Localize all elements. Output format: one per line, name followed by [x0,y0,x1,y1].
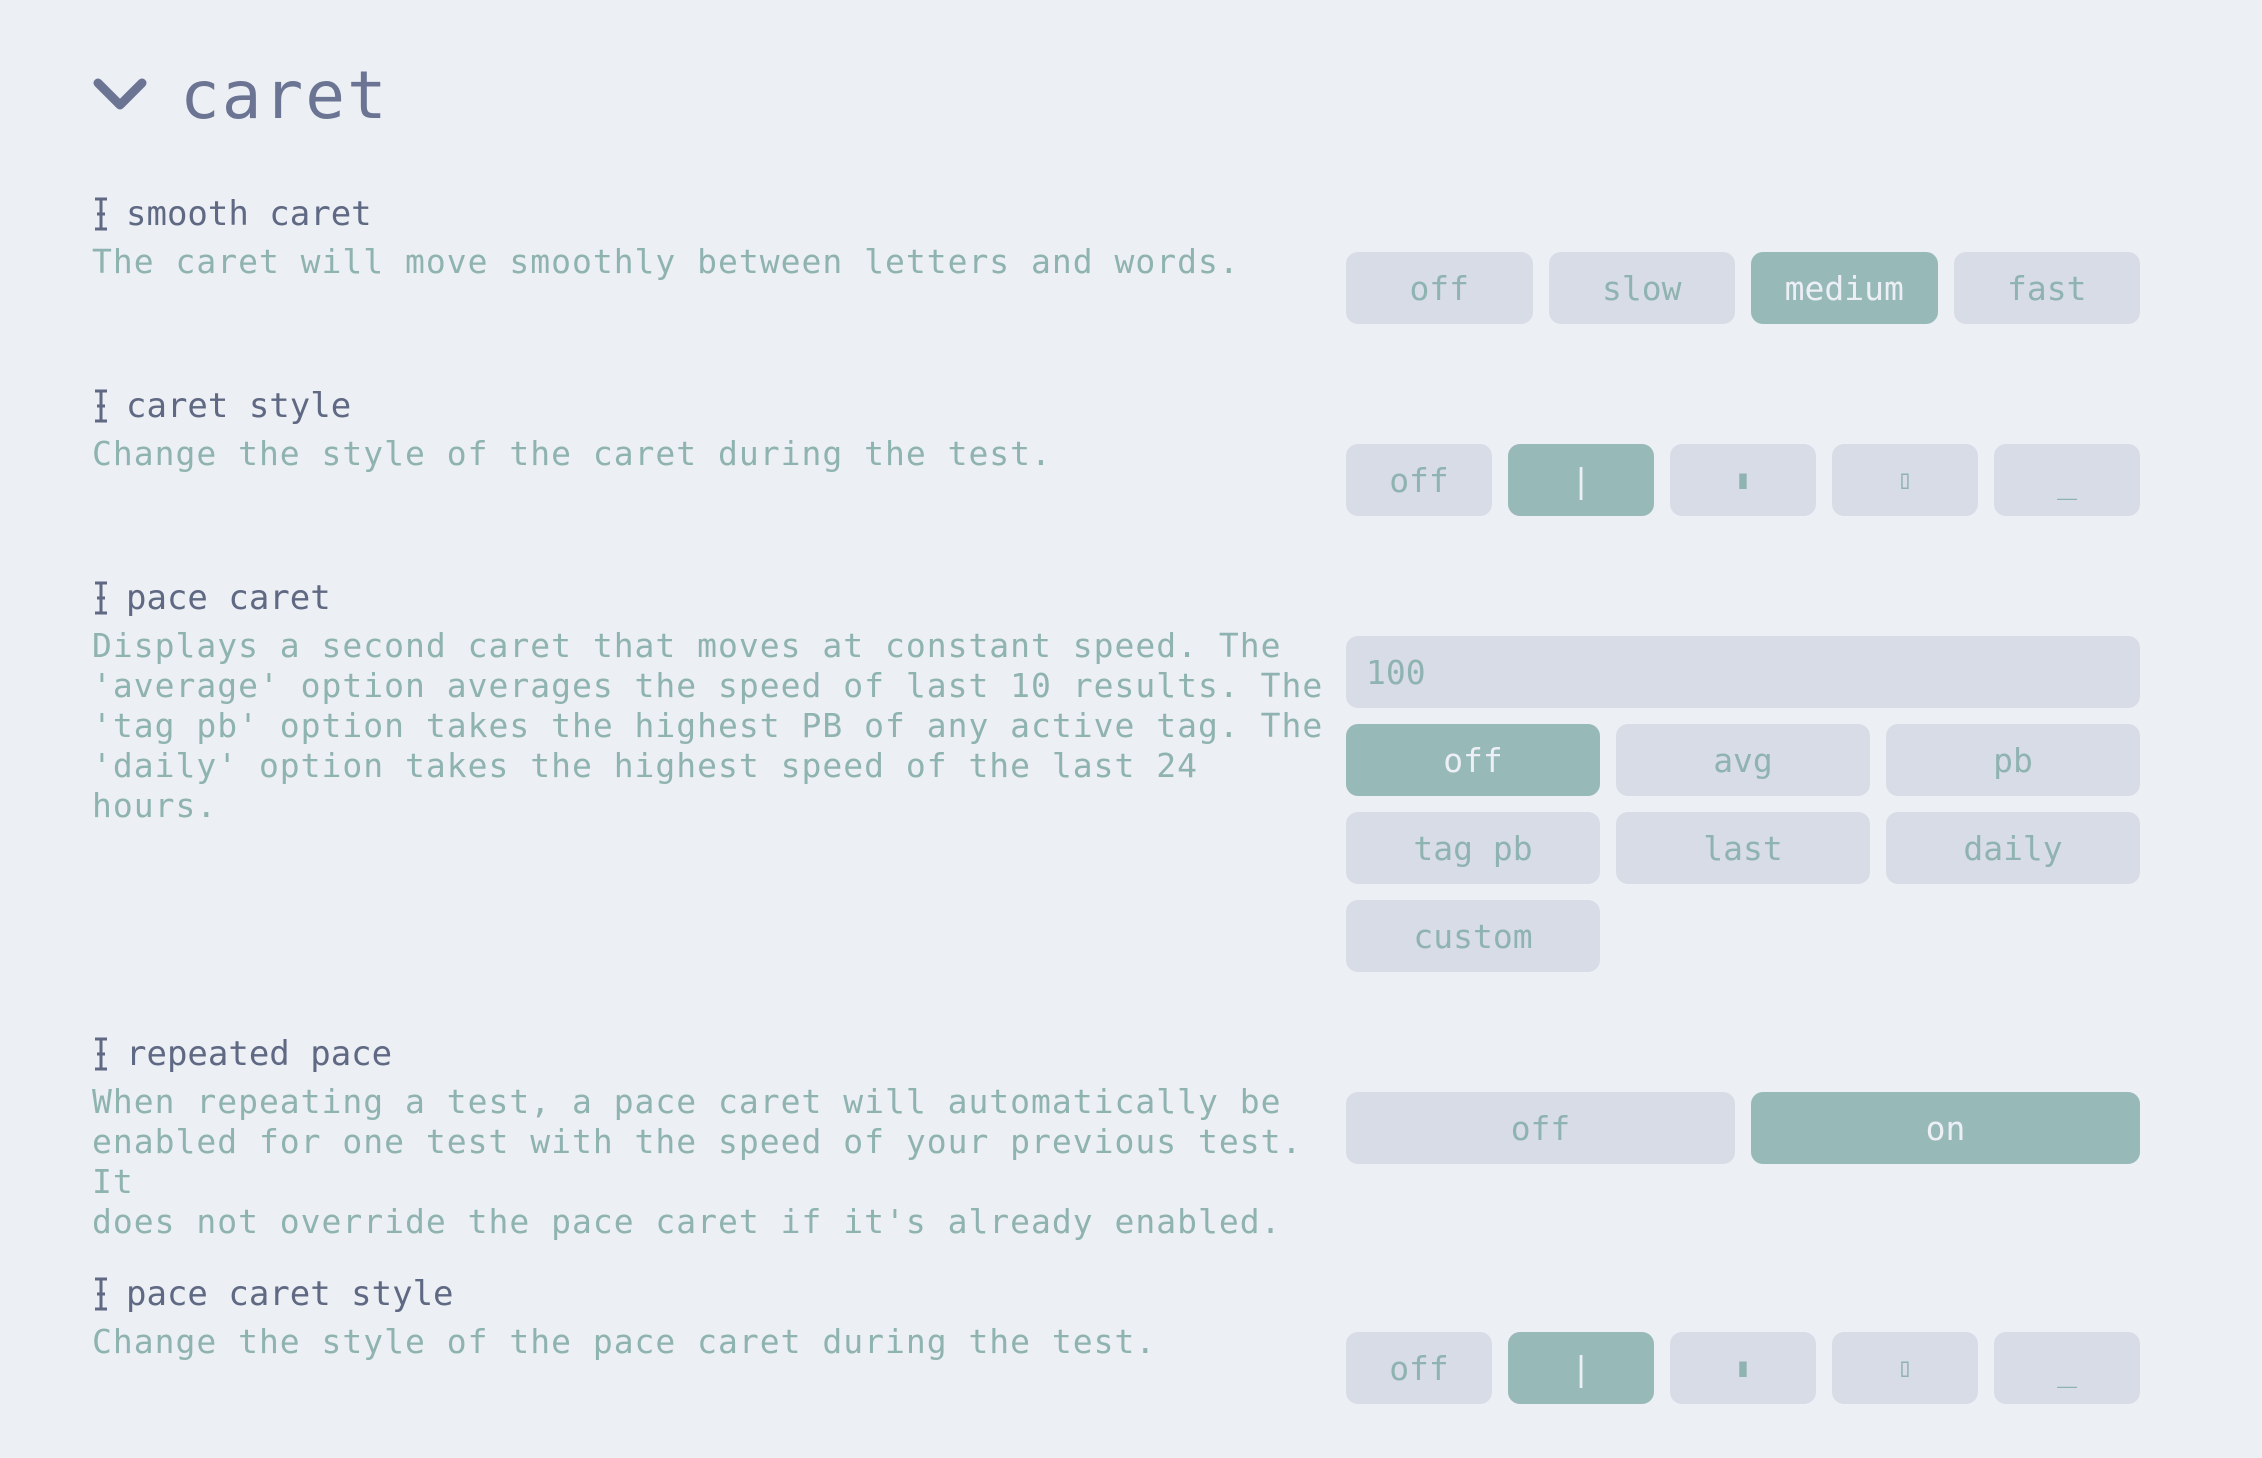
pace-caret-options: 100 off avg pb tag pb last daily custom [1346,636,2140,972]
setting-description: When repeating a test, a pace caret will… [92,1082,1303,1241]
setting-title: smooth caret [92,192,2142,236]
setting-pace-caret: pace caret Displays a second caret that … [92,576,2142,972]
pace-caret-style-underline-button[interactable]: _ [1994,1332,2140,1404]
smooth-caret-off-button[interactable]: off [1346,252,1533,324]
setting-title-label: caret style [126,386,352,426]
smooth-caret-slow-button[interactable]: slow [1548,252,1735,324]
i-beam-cursor-icon [92,1036,110,1072]
setting-title-label: repeated pace [126,1034,393,1074]
setting-description: Displays a second caret that moves at co… [92,626,1324,825]
i-beam-cursor-icon [92,388,110,424]
smooth-caret-medium-button[interactable]: medium [1751,252,1938,324]
setting-title: caret style [92,384,2142,428]
pace-caret-last-button[interactable]: last [1616,812,1870,884]
caret-style-options: off | ▮ ▯ _ [1346,444,2140,516]
setting-caret-style: caret style Change the style of the care… [92,384,2142,516]
repeated-pace-on-button[interactable]: on [1751,1092,2140,1164]
pace-caret-style-off-button[interactable]: off [1346,1332,1492,1404]
setting-pace-caret-style: pace caret style Change the style of the… [92,1272,2142,1404]
setting-description: Change the style of the pace caret durin… [92,1322,1157,1361]
setting-title-label: pace caret style [126,1274,454,1314]
section-header-caret[interactable]: caret [92,52,389,138]
pace-caret-style-block-button[interactable]: ▮ [1670,1332,1816,1404]
setting-repeated-pace: repeated pace When repeating a test, a p… [92,1032,2142,1241]
pace-caret-style-line-button[interactable]: | [1508,1332,1654,1404]
caret-style-off-button[interactable]: off [1346,444,1492,516]
caret-style-underline-button[interactable]: _ [1994,444,2140,516]
section-title: caret [180,56,389,134]
pace-caret-style-options: off | ▮ ▯ _ [1346,1332,2140,1404]
repeated-pace-off-button[interactable]: off [1346,1092,1735,1164]
repeated-pace-options: off on [1346,1092,2140,1164]
pace-caret-off-button[interactable]: off [1346,724,1600,796]
setting-description: The caret will move smoothly between let… [92,242,1240,281]
setting-title-label: pace caret [126,578,331,618]
i-beam-cursor-icon [92,580,110,616]
i-beam-cursor-icon [92,196,110,232]
pace-caret-speed-input[interactable]: 100 [1346,636,2140,708]
pace-caret-style-outline-button[interactable]: ▯ [1832,1332,1978,1404]
smooth-caret-options: off slow medium fast [1346,252,2140,324]
caret-style-outline-button[interactable]: ▯ [1832,444,1978,516]
pace-caret-tag-pb-button[interactable]: tag pb [1346,812,1600,884]
pace-caret-avg-button[interactable]: avg [1616,724,1870,796]
setting-title: repeated pace [92,1032,2142,1076]
setting-title: pace caret [92,576,2142,620]
smooth-caret-fast-button[interactable]: fast [1953,252,2140,324]
pace-caret-custom-button[interactable]: custom [1346,900,1600,972]
pace-caret-pb-button[interactable]: pb [1886,724,2140,796]
chevron-down-icon [92,67,148,123]
caret-style-block-button[interactable]: ▮ [1670,444,1816,516]
setting-title-label: smooth caret [126,194,372,234]
setting-smooth-caret: smooth caret The caret will move smoothl… [92,192,2142,324]
setting-title: pace caret style [92,1272,2142,1316]
i-beam-cursor-icon [92,1276,110,1312]
caret-style-line-button[interactable]: | [1508,444,1654,516]
pace-caret-daily-button[interactable]: daily [1886,812,2140,884]
setting-description: Change the style of the caret during the… [92,434,1052,473]
